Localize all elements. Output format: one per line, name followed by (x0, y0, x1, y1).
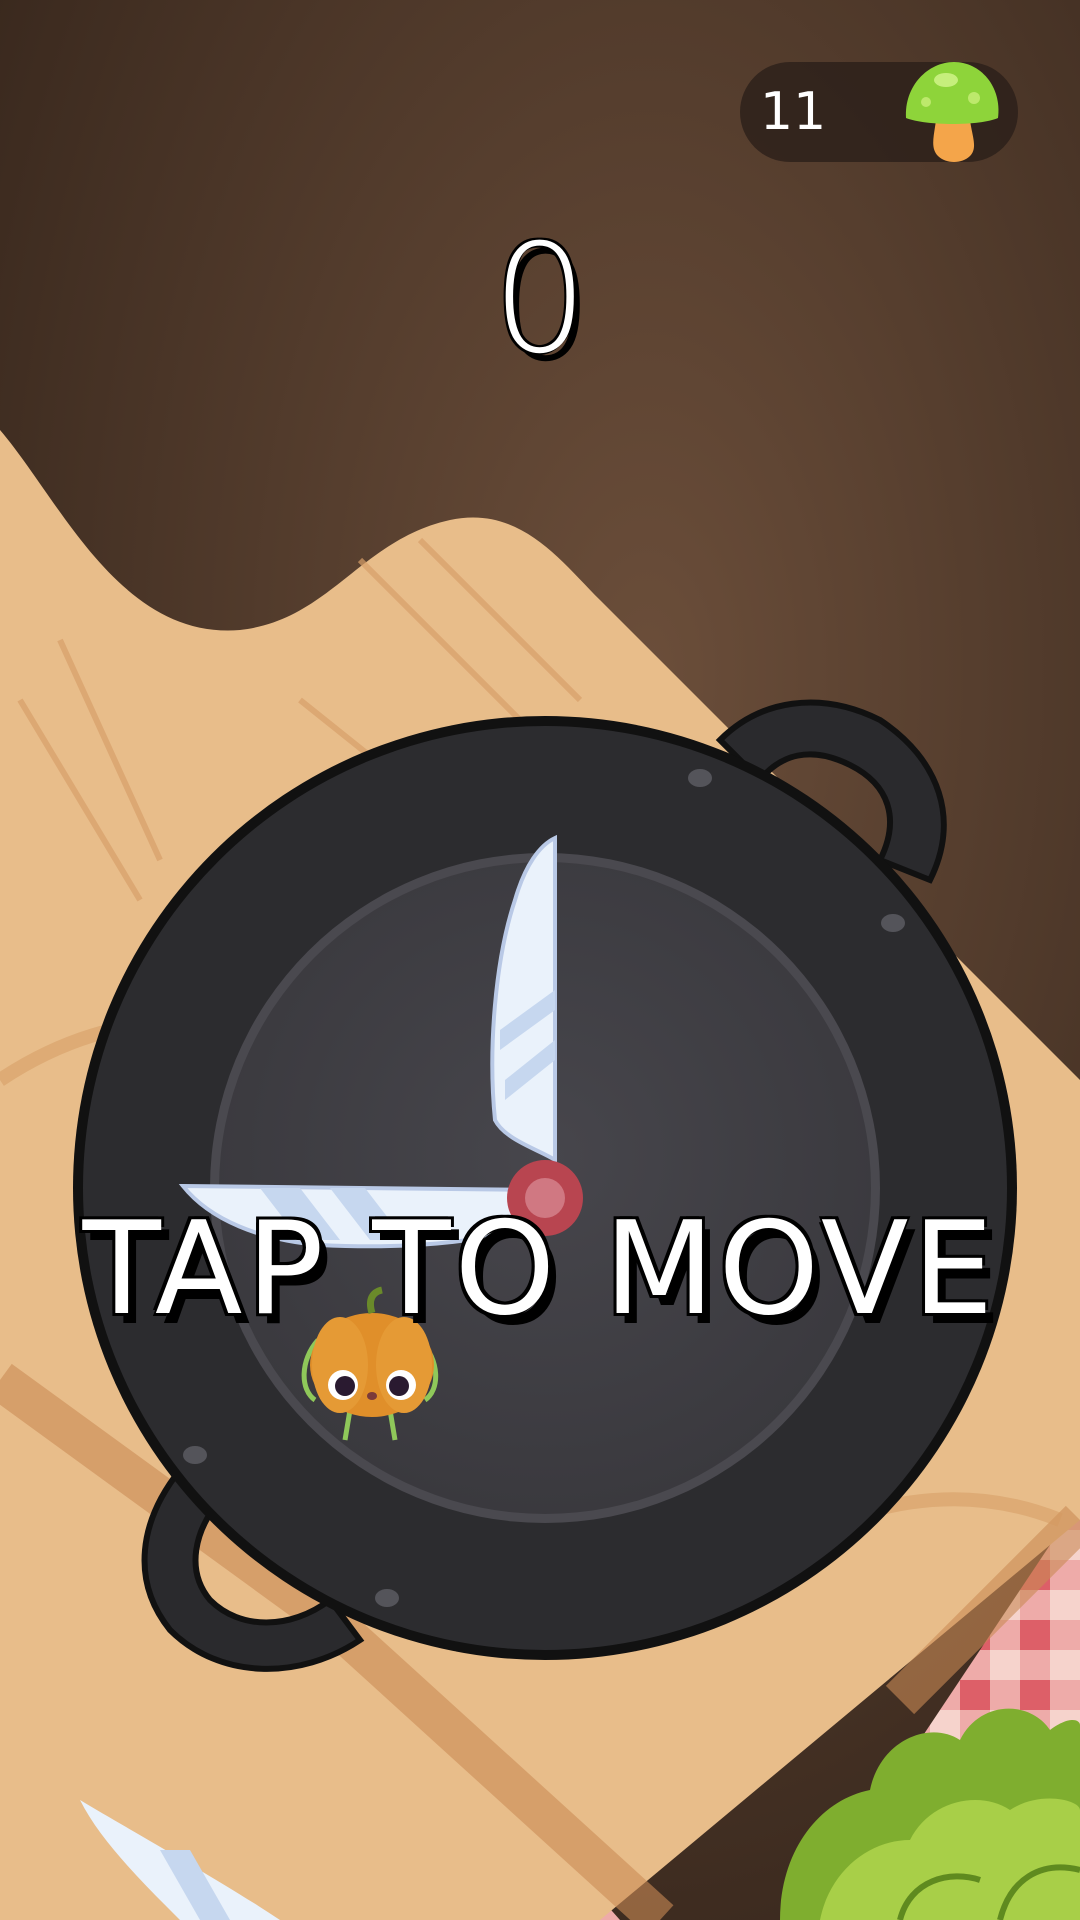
tap-to-move-prompt: TAP TO MOVE (82, 1195, 998, 1344)
score-display: 0 (492, 213, 588, 387)
currency-counter: 11 (740, 62, 1018, 162)
currency-count: 11 (760, 82, 827, 142)
mushroom-icon (905, 62, 999, 162)
